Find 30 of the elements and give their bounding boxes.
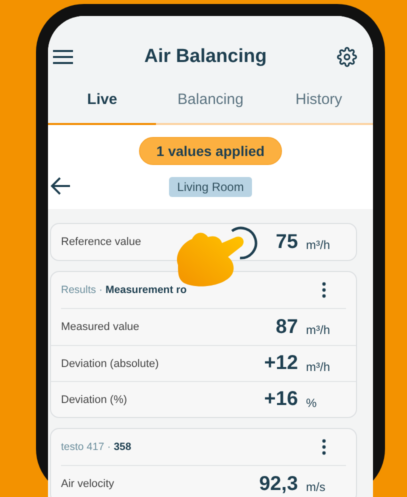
back-arrow-icon[interactable]: [50, 175, 72, 197]
status-pill: 1 values applied: [139, 137, 282, 165]
row-value: +12: [264, 352, 298, 375]
row-value: +16: [264, 388, 298, 411]
tab[interactable]: History: [264, 76, 373, 125]
row-unit: %: [306, 396, 318, 410]
card-title: 358: [114, 441, 132, 453]
tab[interactable]: Balancing: [156, 76, 265, 125]
row-label: Reference value: [61, 236, 142, 248]
row-value: 87: [276, 316, 298, 338]
row-label: Deviation (absolute): [61, 358, 160, 370]
screen-title: Air Balancing: [143, 46, 268, 68]
menu-icon[interactable]: [52, 49, 74, 65]
separator-dot: ·: [107, 441, 111, 453]
card-source: Results: [61, 284, 96, 296]
tab[interactable]: Live: [48, 76, 156, 125]
row-label: Air velocity: [61, 478, 116, 490]
row-label: Deviation (%): [61, 394, 128, 406]
row-value: 92,3: [259, 472, 298, 496]
card-source: testo 417: [61, 441, 104, 453]
separator-dot: ·: [99, 284, 103, 296]
settings-icon[interactable]: [337, 47, 357, 67]
row-unit: m³/h: [306, 323, 331, 337]
row-unit: m³/h: [306, 360, 331, 374]
row-unit: m/s: [306, 480, 326, 494]
row-value: 75: [276, 230, 298, 254]
room-chip: Living Room: [169, 177, 252, 197]
row-label: Measured value: [61, 321, 140, 333]
row-unit: m³/h: [306, 238, 331, 252]
card-title: Measurement ro: [106, 284, 188, 296]
